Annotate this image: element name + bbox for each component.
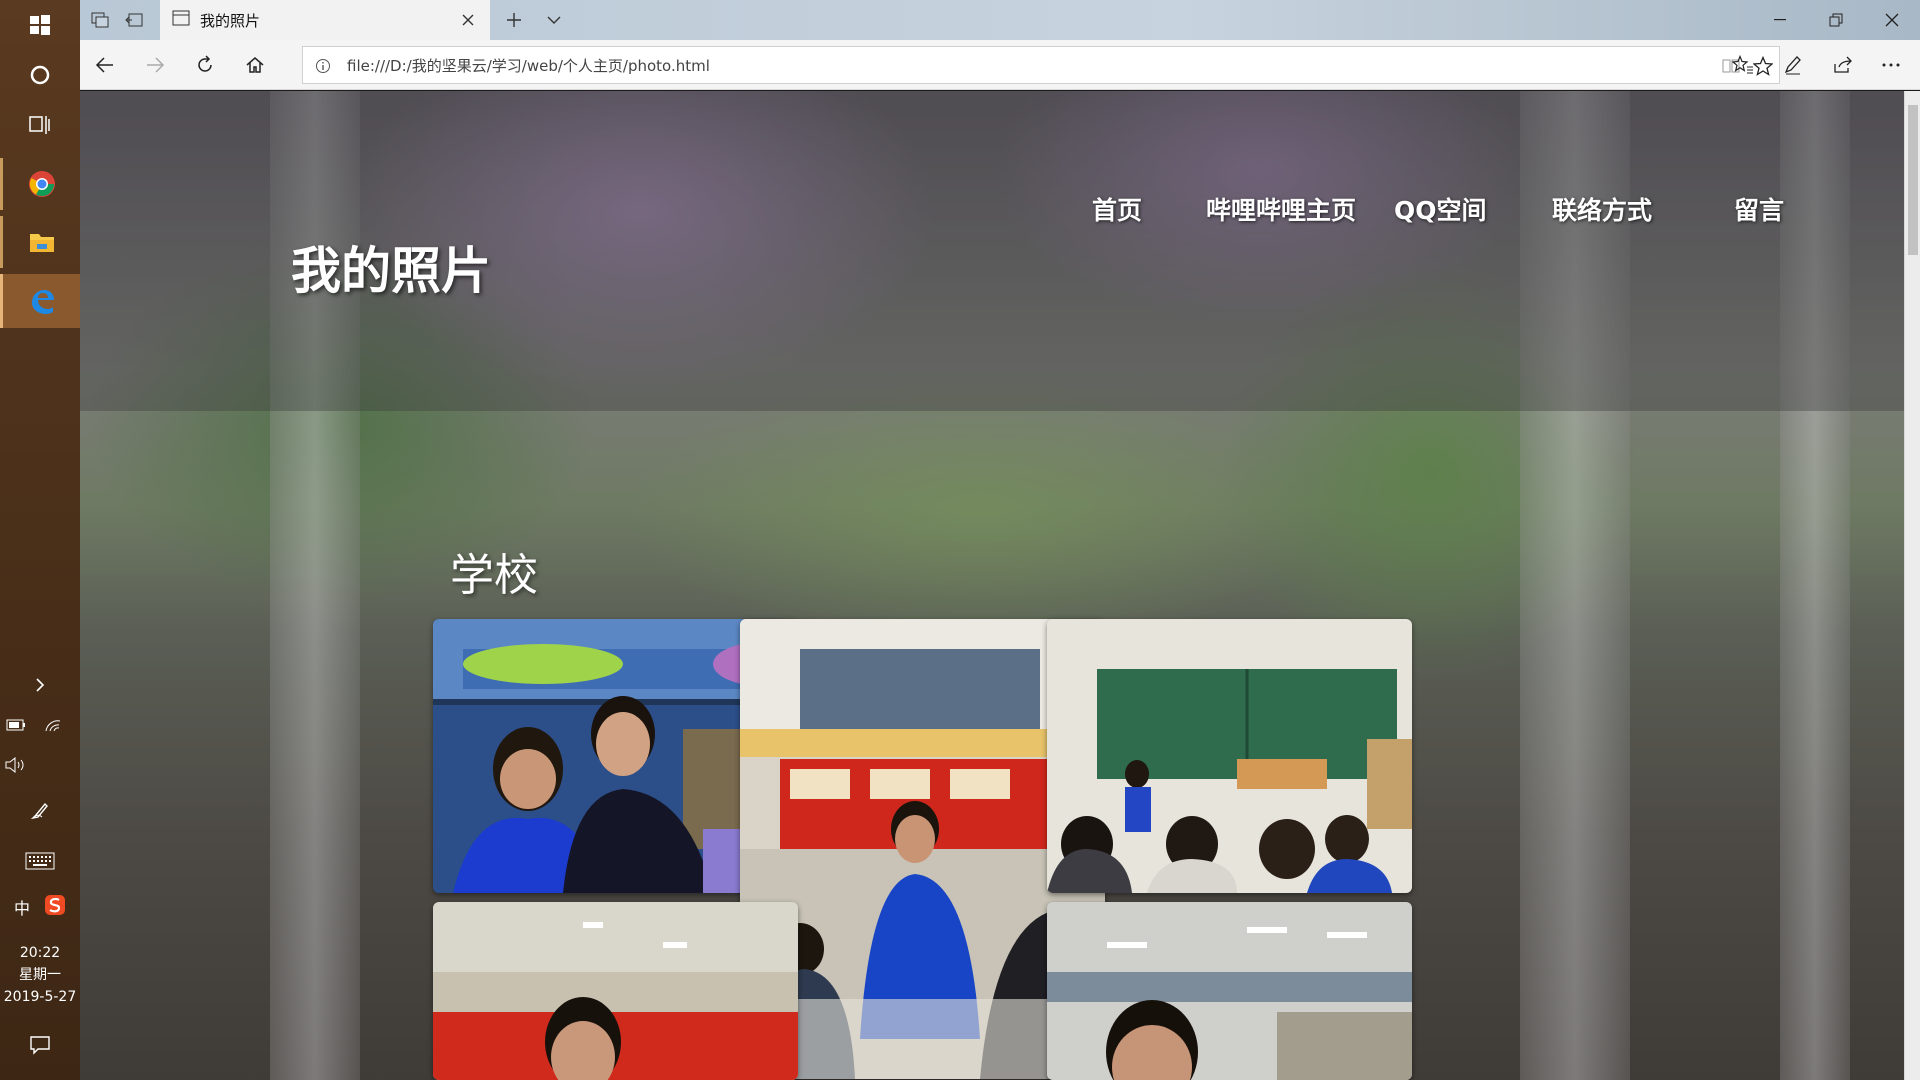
nav-home-link[interactable]: 首页 bbox=[1092, 191, 1142, 227]
favorite-star-icon[interactable] bbox=[1753, 56, 1773, 76]
clock-weekday: 星期一 bbox=[19, 967, 61, 983]
address-toolbar: file:///D:/我的坚果云/学习/web/个人主页/photo.html bbox=[80, 40, 1920, 90]
school-photo-3[interactable] bbox=[1047, 619, 1412, 893]
clock-date: 2019-5-27 bbox=[3, 989, 77, 1005]
file-explorer-icon[interactable] bbox=[0, 216, 80, 268]
touch-keyboard-icon[interactable] bbox=[0, 848, 80, 874]
edge-browser-window: 我的照片 file:///D:/我的坚果云/学习/web/个人主页/photo.… bbox=[80, 0, 1920, 1080]
taskbar: 中 20:22 星期一 2019-5-27 bbox=[0, 0, 80, 1080]
address-bar[interactable]: file:///D:/我的坚果云/学习/web/个人主页/photo.html bbox=[302, 46, 1780, 84]
school-photo-6[interactable] bbox=[1047, 902, 1412, 1080]
close-tab-icon[interactable] bbox=[458, 10, 478, 30]
task-view-icon[interactable] bbox=[0, 100, 80, 150]
vertical-scrollbar[interactable] bbox=[1904, 91, 1920, 1080]
ime-indicator[interactable]: 中 bbox=[14, 895, 30, 919]
action-center-icon[interactable] bbox=[0, 1032, 80, 1058]
scrollbar-thumb[interactable] bbox=[1908, 105, 1918, 255]
home-icon[interactable] bbox=[242, 52, 268, 78]
tab-preview-chevron-icon[interactable] bbox=[544, 10, 564, 30]
page-viewport: 我的照片 首页 哔哩哔哩主页 QQ空间 联络方式 留言 学校 bbox=[80, 91, 1904, 1080]
title-bar: 我的照片 bbox=[80, 0, 1920, 40]
nav-bilibili-link[interactable]: 哔哩哔哩主页 bbox=[1206, 191, 1356, 227]
back-icon[interactable] bbox=[92, 52, 118, 78]
page-icon bbox=[172, 10, 190, 30]
battery-icon[interactable] bbox=[6, 719, 26, 735]
nav-qzone-link[interactable]: QQ空间 bbox=[1394, 191, 1487, 227]
minimize-icon[interactable] bbox=[1752, 0, 1808, 40]
share-icon[interactable] bbox=[1830, 52, 1856, 78]
restore-tabs-icon[interactable] bbox=[124, 10, 144, 30]
tab-title: 我的照片 bbox=[200, 11, 261, 30]
volume-icon[interactable] bbox=[0, 752, 80, 778]
close-window-icon[interactable] bbox=[1864, 0, 1920, 40]
wifi-icon[interactable] bbox=[44, 718, 62, 736]
section-title-school: 学校 bbox=[450, 550, 538, 601]
clock-time: 20:22 bbox=[19, 945, 61, 961]
new-tab-icon[interactable] bbox=[504, 10, 524, 30]
more-options-icon[interactable] bbox=[1878, 52, 1904, 78]
chevron-right-icon[interactable] bbox=[0, 672, 80, 698]
site-info-icon[interactable] bbox=[313, 56, 333, 76]
sogou-input-icon[interactable] bbox=[44, 894, 66, 920]
url-text[interactable]: file:///D:/我的坚果云/学习/web/个人主页/photo.html bbox=[347, 55, 710, 76]
clock[interactable]: 20:22 星期一 2019-5-27 bbox=[0, 942, 80, 1008]
nav-contact-link[interactable]: 联络方式 bbox=[1552, 191, 1652, 227]
refresh-icon[interactable] bbox=[192, 52, 218, 78]
tabs-aside-icon[interactable] bbox=[90, 10, 110, 30]
forward-icon[interactable] bbox=[142, 52, 168, 78]
tab-my-photos[interactable]: 我的照片 bbox=[160, 0, 490, 40]
web-note-pen-icon[interactable] bbox=[1780, 52, 1806, 78]
cortana-icon[interactable] bbox=[0, 50, 80, 100]
nav-message-link[interactable]: 留言 bbox=[1734, 191, 1784, 227]
restore-window-icon[interactable] bbox=[1808, 0, 1864, 40]
site-title: 我的照片 bbox=[291, 242, 491, 300]
chrome-icon[interactable] bbox=[0, 158, 80, 210]
school-photo-4[interactable] bbox=[433, 902, 798, 1080]
edge-icon[interactable] bbox=[0, 274, 80, 328]
windows-start-icon[interactable] bbox=[0, 0, 80, 50]
pen-workspace-icon[interactable] bbox=[0, 798, 80, 824]
favorites-hub-icon[interactable] bbox=[1730, 52, 1756, 78]
